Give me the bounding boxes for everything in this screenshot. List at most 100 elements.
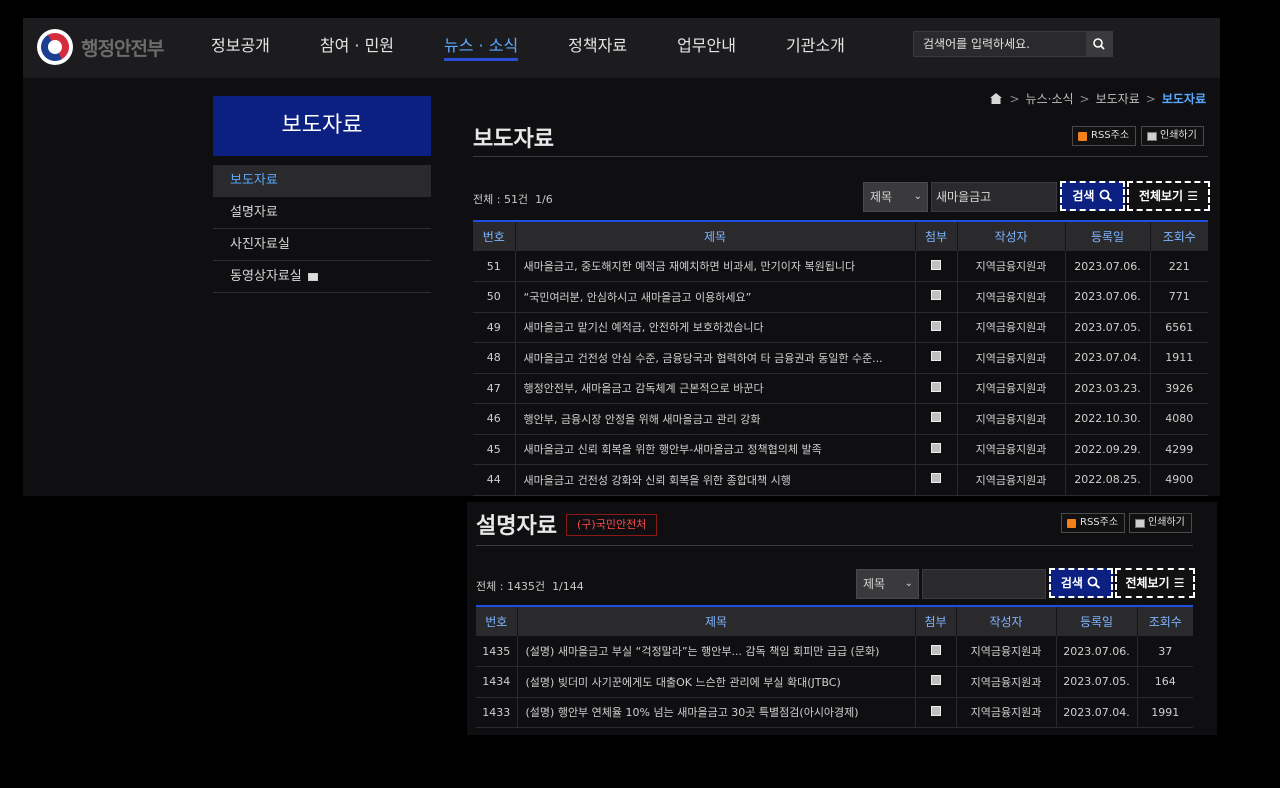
row-attachment[interactable]: [915, 403, 958, 435]
row-attachment[interactable]: [915, 312, 958, 343]
keyword-input[interactable]: 새마을금고: [931, 182, 1057, 212]
breadcrumb-news[interactable]: 뉴스·소식: [1026, 90, 1074, 107]
keyword-input[interactable]: [922, 569, 1046, 599]
site-logo[interactable]: 행정안전부: [37, 28, 164, 66]
col-date: 등록일: [1056, 605, 1138, 636]
row-views: 4299: [1150, 434, 1208, 465]
view-all-button[interactable]: 전체보기 ☰: [1127, 181, 1210, 211]
title-divider: [473, 156, 1208, 157]
view-all-button[interactable]: 전체보기 ☰: [1115, 568, 1195, 598]
sidebar-item-photo[interactable]: 사진자료실: [213, 229, 431, 261]
row-title-link[interactable]: 새마을금고 맡기신 예적금, 안전하게 보호하겠습니다: [515, 312, 916, 343]
menu-work-guide[interactable]: 업무안내: [677, 18, 736, 78]
section-title: 설명자료: [476, 514, 557, 539]
attachment-file-icon[interactable]: [930, 644, 941, 655]
print-button[interactable]: 인쇄하기: [1129, 513, 1192, 533]
row-views: 3926: [1150, 373, 1208, 404]
attachment-file-icon[interactable]: [930, 705, 941, 716]
table-row[interactable]: 1435 (설명) 새마을금고 부실 “걱정말라”는 행안부... 감독 책임 회…: [476, 636, 1193, 667]
menu-participation[interactable]: 참여 · 민원: [320, 18, 394, 78]
sidebar-item-press[interactable]: 보도자료: [213, 165, 431, 197]
attachment-file-icon[interactable]: [930, 675, 941, 686]
row-date: 2023.07.05.: [1056, 666, 1138, 698]
search-icon: [1093, 38, 1105, 50]
row-title-link[interactable]: 새마을금고 신뢰 회복을 위한 행안부-새마을금고 정책협의체 발족: [515, 434, 916, 465]
sidebar-item-video[interactable]: 동영상자료실: [213, 261, 431, 293]
row-attachment[interactable]: [915, 342, 958, 374]
menu-news[interactable]: 뉴스 · 소식: [444, 18, 519, 78]
attachment-file-icon[interactable]: [931, 381, 941, 392]
col-number: 번호: [473, 220, 516, 251]
attachment-file-icon[interactable]: [931, 351, 941, 362]
row-attachment[interactable]: [915, 251, 958, 282]
row-title-link[interactable]: (설명) 빚더미 사기꾼에게도 대출OK 느슨한 관리에 부실 확대(JTBC): [517, 666, 916, 698]
table-header: 번호 제목 첨부 작성자 등록일 조회수: [476, 605, 1193, 636]
press-release-window: 행정안전부 정보공개 참여 · 민원 뉴스 · 소식 정책자료 업무안내 기관소…: [23, 18, 1220, 496]
row-title-link[interactable]: (설명) 새마을금고 부실 “걱정말라”는 행안부... 감독 책임 회피만 급…: [517, 636, 916, 667]
global-search-button[interactable]: [1086, 32, 1112, 56]
attachment-file-icon[interactable]: [931, 412, 941, 423]
rss-button[interactable]: RSS주소: [1061, 513, 1126, 533]
search-button[interactable]: 검색: [1060, 181, 1125, 211]
home-icon[interactable]: [989, 92, 1003, 105]
list-icon: ☰: [1187, 189, 1199, 203]
row-attachment[interactable]: [915, 281, 958, 313]
row-attachment[interactable]: [915, 636, 957, 667]
global-search-input[interactable]: [914, 32, 1086, 56]
row-attachment[interactable]: [915, 697, 957, 728]
table-header: 번호 제목 첨부 작성자 등록일 조회수: [473, 220, 1208, 251]
menu-info-disclosure[interactable]: 정보공개: [211, 18, 270, 78]
col-title: 제목: [515, 220, 916, 251]
search-icon: [1087, 576, 1101, 589]
breadcrumb-separator: >: [1079, 91, 1090, 106]
rss-label: RSS주소: [1080, 517, 1119, 528]
menu-policy-data[interactable]: 정책자료: [568, 18, 627, 78]
table-row[interactable]: 44 새마을금고 건전성 강화와 신뢰 회복을 위한 종합대책 시행 지역금융지원과…: [473, 464, 1208, 496]
breadcrumb: > 뉴스·소식 > 보도자료 > 보도자료: [989, 90, 1206, 107]
table-row[interactable]: 46 행안부, 금융시장 안정을 위해 새마을금고 관리 강화 지역금융지원과 202…: [473, 403, 1208, 435]
table-row[interactable]: 47 행정안전부, 새마을금고 감독체계 근본적으로 바꾼다 지역금융지원과 2023…: [473, 373, 1208, 404]
search-button[interactable]: 검색: [1049, 568, 1113, 598]
row-date: 2022.10.30.: [1065, 403, 1151, 435]
table-row[interactable]: 49 새마을금고 맡기신 예적금, 안전하게 보호하겠습니다 지역금융지원과 2023…: [473, 312, 1208, 343]
rss-button[interactable]: RSS주소: [1072, 126, 1137, 146]
row-title-link[interactable]: 새마을금고 건전성 안심 수준, 금융당국과 협력하여 타 금융권과 동일한 수…: [515, 342, 916, 374]
row-title-link[interactable]: 행안부, 금융시장 안정을 위해 새마을금고 관리 강화: [515, 403, 916, 435]
row-attachment[interactable]: [915, 666, 957, 698]
col-attach: 첨부: [915, 220, 958, 251]
row-title-link[interactable]: (설명) 행안부 연체율 10% 넘는 새마을금고 30곳 특별점검(아시아경제…: [517, 697, 916, 728]
sidebar-item-explain[interactable]: 설명자료: [213, 197, 431, 229]
table-row[interactable]: 48 새마을금고 건전성 안심 수준, 금융당국과 협력하여 타 금융권과 동일한…: [473, 342, 1208, 374]
row-attachment[interactable]: [915, 464, 958, 496]
row-number: 46: [473, 403, 516, 435]
row-title-link[interactable]: 새마을금고 건전성 강화와 신뢰 회복을 위한 종합대책 시행: [515, 464, 916, 496]
breadcrumb-press[interactable]: 보도자료: [1096, 90, 1140, 107]
sidebar-title: 보도자료: [213, 96, 431, 156]
row-title-link[interactable]: 새마을금고, 중도해지한 예적금 재예치하면 비과세, 만기이자 복원됩니다: [515, 251, 916, 282]
row-date: 2022.08.25.: [1065, 464, 1151, 496]
taegeuk-logo-icon: [37, 29, 73, 65]
table-row[interactable]: 51 새마을금고, 중도해지한 예적금 재예치하면 비과세, 만기이자 복원됩니다…: [473, 251, 1208, 282]
table-row[interactable]: 1434 (설명) 빚더미 사기꾼에게도 대출OK 느슨한 관리에 부실 확대(J…: [476, 666, 1193, 698]
table-row[interactable]: 1433 (설명) 행안부 연체율 10% 넘는 새마을금고 30곳 특별점검(아…: [476, 697, 1193, 728]
search-field-select[interactable]: 제목 ⌄: [863, 182, 928, 212]
attachment-file-icon[interactable]: [931, 290, 941, 301]
attachment-file-icon[interactable]: [931, 473, 941, 484]
col-number: 번호: [476, 605, 518, 636]
attachment-file-icon[interactable]: [931, 320, 941, 331]
row-title-link[interactable]: “국민여러분, 안심하시고 새마을금고 이용하세요”: [515, 281, 916, 313]
row-author: 지역금융지원과: [957, 251, 1066, 282]
row-attachment[interactable]: [915, 373, 958, 404]
sidebar-item-label: 동영상자료실: [230, 269, 302, 284]
table-row[interactable]: 50 “국민여러분, 안심하시고 새마을금고 이용하세요” 지역금융지원과 2023.…: [473, 281, 1208, 313]
print-button[interactable]: 인쇄하기: [1141, 126, 1204, 146]
attachment-file-icon[interactable]: [931, 442, 941, 453]
row-title-link[interactable]: 행정안전부, 새마을금고 감독체계 근본적으로 바꾼다: [515, 373, 916, 404]
menu-about[interactable]: 기관소개: [786, 18, 845, 78]
search-field-select[interactable]: 제목 ⌄: [856, 569, 919, 599]
row-attachment[interactable]: [915, 434, 958, 465]
print-icon: [1135, 518, 1145, 528]
table-row[interactable]: 45 새마을금고 신뢰 회복을 위한 행안부-새마을금고 정책협의체 발족 지역금융…: [473, 434, 1208, 465]
press-table: 번호 제목 첨부 작성자 등록일 조회수 51 새마을금고, 중도해지한 예적금 …: [473, 220, 1208, 496]
attachment-file-icon[interactable]: [931, 259, 941, 270]
